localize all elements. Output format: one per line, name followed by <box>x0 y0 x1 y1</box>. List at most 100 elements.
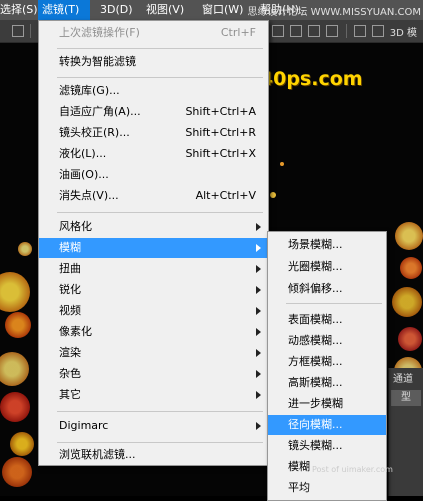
menu-item-label: 浏览联机滤镜... <box>59 448 136 461</box>
menu-item-browse-online-filters[interactable]: 浏览联机滤镜... <box>39 445 268 465</box>
submenu-item-label: 模糊 <box>288 460 310 473</box>
menu-window[interactable]: 窗口(W) <box>198 0 250 20</box>
menu-separator <box>57 442 263 443</box>
3d-mode-label[interactable]: 3D 模 <box>390 24 417 39</box>
menu-item-shortcut: Alt+Ctrl+V <box>195 189 256 202</box>
submenu-arrow-icon <box>256 328 261 336</box>
menu-item-last-filter[interactable]: 上次滤镜操作(F) Ctrl+F <box>39 23 268 43</box>
bokeh-light <box>270 192 276 198</box>
submenu-item-surface-blur[interactable]: 表面模糊... <box>268 310 386 330</box>
submenu-item-label: 平均 <box>288 481 310 494</box>
menu-item-oil-paint[interactable]: 油画(O)... <box>39 165 268 185</box>
distribute-h-icon[interactable] <box>354 25 366 37</box>
menu-item-lens-correction[interactable]: 镜头校正(R)... Shift+Ctrl+R <box>39 123 268 143</box>
site-watermark: 思缘设计论坛 WWW.MISSYUAN.COM <box>247 7 421 18</box>
menu-separator <box>57 48 263 49</box>
submenu-item-iris-blur[interactable]: 光圈模糊... <box>268 257 386 277</box>
submenu-item-label: 镜头模糊... <box>288 439 343 452</box>
menu-view[interactable]: 视图(V) <box>142 0 192 20</box>
menu-item-vanishing-point[interactable]: 消失点(V)... Alt+Ctrl+V <box>39 186 268 206</box>
distribute-v-icon[interactable] <box>372 25 384 37</box>
blend-mode-select[interactable]: 型 <box>391 390 421 406</box>
uimaker-watermark: Post of uimaker.com <box>312 465 393 474</box>
menu-item-convert-smart-filter[interactable]: 转换为智能滤镜 <box>39 52 268 72</box>
align-top-icon[interactable] <box>272 25 284 37</box>
submenu-item-box-blur[interactable]: 方框模糊... <box>268 352 386 372</box>
submenu-item-radial-blur[interactable]: 径向模糊... <box>268 415 386 435</box>
submenu-arrow-icon <box>256 370 261 378</box>
bokeh-light <box>5 312 31 338</box>
blur-submenu: 场景模糊... 光圈模糊... 倾斜偏移... 表面模糊... 动感模糊... … <box>267 231 387 501</box>
submenu-item-label: 倾斜偏移... <box>288 282 343 295</box>
submenu-item-field-blur[interactable]: 场景模糊... <box>268 235 386 255</box>
menu-item-digimarc[interactable]: Digimarc <box>39 416 268 436</box>
submenu-item-label: 径向模糊... <box>288 418 343 431</box>
bokeh-light <box>280 162 284 166</box>
menu-item-label: 风格化 <box>59 220 92 233</box>
menu-separator <box>57 77 263 78</box>
menu-item-label: 油画(O)... <box>59 168 109 181</box>
submenu-arrow-icon <box>256 286 261 294</box>
submenu-arrow-icon <box>256 349 261 357</box>
submenu-item-gaussian-blur[interactable]: 高斯模糊... <box>268 373 386 393</box>
menu-item-label: 液化(L)... <box>59 147 107 160</box>
menu-item-pixelate[interactable]: 像素化 <box>39 322 268 342</box>
menu-item-other[interactable]: 其它 <box>39 385 268 405</box>
submenu-arrow-icon <box>256 223 261 231</box>
menu-item-label: Digimarc <box>59 419 109 432</box>
menu-item-sharpen[interactable]: 锐化 <box>39 280 268 300</box>
submenu-item-label: 方框模糊... <box>288 355 343 368</box>
menu-item-blur[interactable]: 模糊 <box>39 238 268 258</box>
bokeh-light <box>0 272 30 312</box>
bokeh-light <box>10 432 34 456</box>
menu-item-video[interactable]: 视频 <box>39 301 268 321</box>
bokeh-light <box>2 457 32 487</box>
options-divider <box>346 24 347 38</box>
menu-item-label: 模糊 <box>59 241 81 254</box>
submenu-item-label: 场景模糊... <box>288 238 343 251</box>
submenu-item-motion-blur[interactable]: 动感模糊... <box>268 331 386 351</box>
menu-item-label: 扭曲 <box>59 262 81 275</box>
submenu-item-label: 动感模糊... <box>288 334 343 347</box>
menu-item-label: 视频 <box>59 304 81 317</box>
bokeh-light <box>398 327 422 351</box>
menu-item-label: 上次滤镜操作(F) <box>59 26 140 39</box>
menu-item-shortcut: Shift+Ctrl+A <box>185 105 256 118</box>
menu-filter[interactable]: 滤镜(T) <box>38 0 90 20</box>
submenu-arrow-icon <box>256 244 261 252</box>
menu-item-filter-gallery[interactable]: 滤镜库(G)... <box>39 81 268 101</box>
submenu-item-tilt-shift[interactable]: 倾斜偏移... <box>268 279 386 299</box>
submenu-item-average[interactable]: 平均 <box>268 478 386 498</box>
menu-item-stylize[interactable]: 风格化 <box>39 217 268 237</box>
menu-item-shortcut: Shift+Ctrl+R <box>185 126 256 139</box>
options-divider <box>30 24 31 38</box>
submenu-item-label: 进一步模糊 <box>288 397 343 410</box>
menu-item-liquify[interactable]: 液化(L)... Shift+Ctrl+X <box>39 144 268 164</box>
menu-item-render[interactable]: 渲染 <box>39 343 268 363</box>
submenu-item-blur-more[interactable]: 进一步模糊 <box>268 394 386 414</box>
menu-separator <box>286 303 382 304</box>
menu-item-label: 镜头校正(R)... <box>59 126 130 139</box>
bokeh-light <box>18 242 32 256</box>
submenu-arrow-icon <box>256 307 261 315</box>
menu-select[interactable]: 选择(S) <box>0 0 38 20</box>
menu-3d[interactable]: 3D(D) <box>96 0 136 20</box>
align-bottom-icon[interactable] <box>308 25 320 37</box>
menu-item-label: 转换为智能滤镜 <box>59 55 136 68</box>
menu-separator <box>57 212 263 213</box>
menu-item-label: 其它 <box>59 388 81 401</box>
menu-item-shortcut: Ctrl+F <box>220 26 256 39</box>
menu-item-label: 滤镜库(G)... <box>59 84 120 97</box>
align-middle-icon[interactable] <box>290 25 302 37</box>
menu-item-adaptive-wide-angle[interactable]: 自适应广角(A)... Shift+Ctrl+A <box>39 102 268 122</box>
bokeh-light <box>392 287 422 317</box>
menu-item-distort[interactable]: 扭曲 <box>39 259 268 279</box>
submenu-item-lens-blur[interactable]: 镜头模糊... <box>268 436 386 456</box>
menu-item-label: 消失点(V)... <box>59 189 119 202</box>
distribute-icon[interactable] <box>326 25 338 37</box>
submenu-item-label: 表面模糊... <box>288 313 343 326</box>
tool-option-icon[interactable] <box>12 25 24 37</box>
menu-item-noise[interactable]: 杂色 <box>39 364 268 384</box>
menu-item-label: 渲染 <box>59 346 81 359</box>
tab-channels[interactable]: 通道 <box>393 370 413 385</box>
